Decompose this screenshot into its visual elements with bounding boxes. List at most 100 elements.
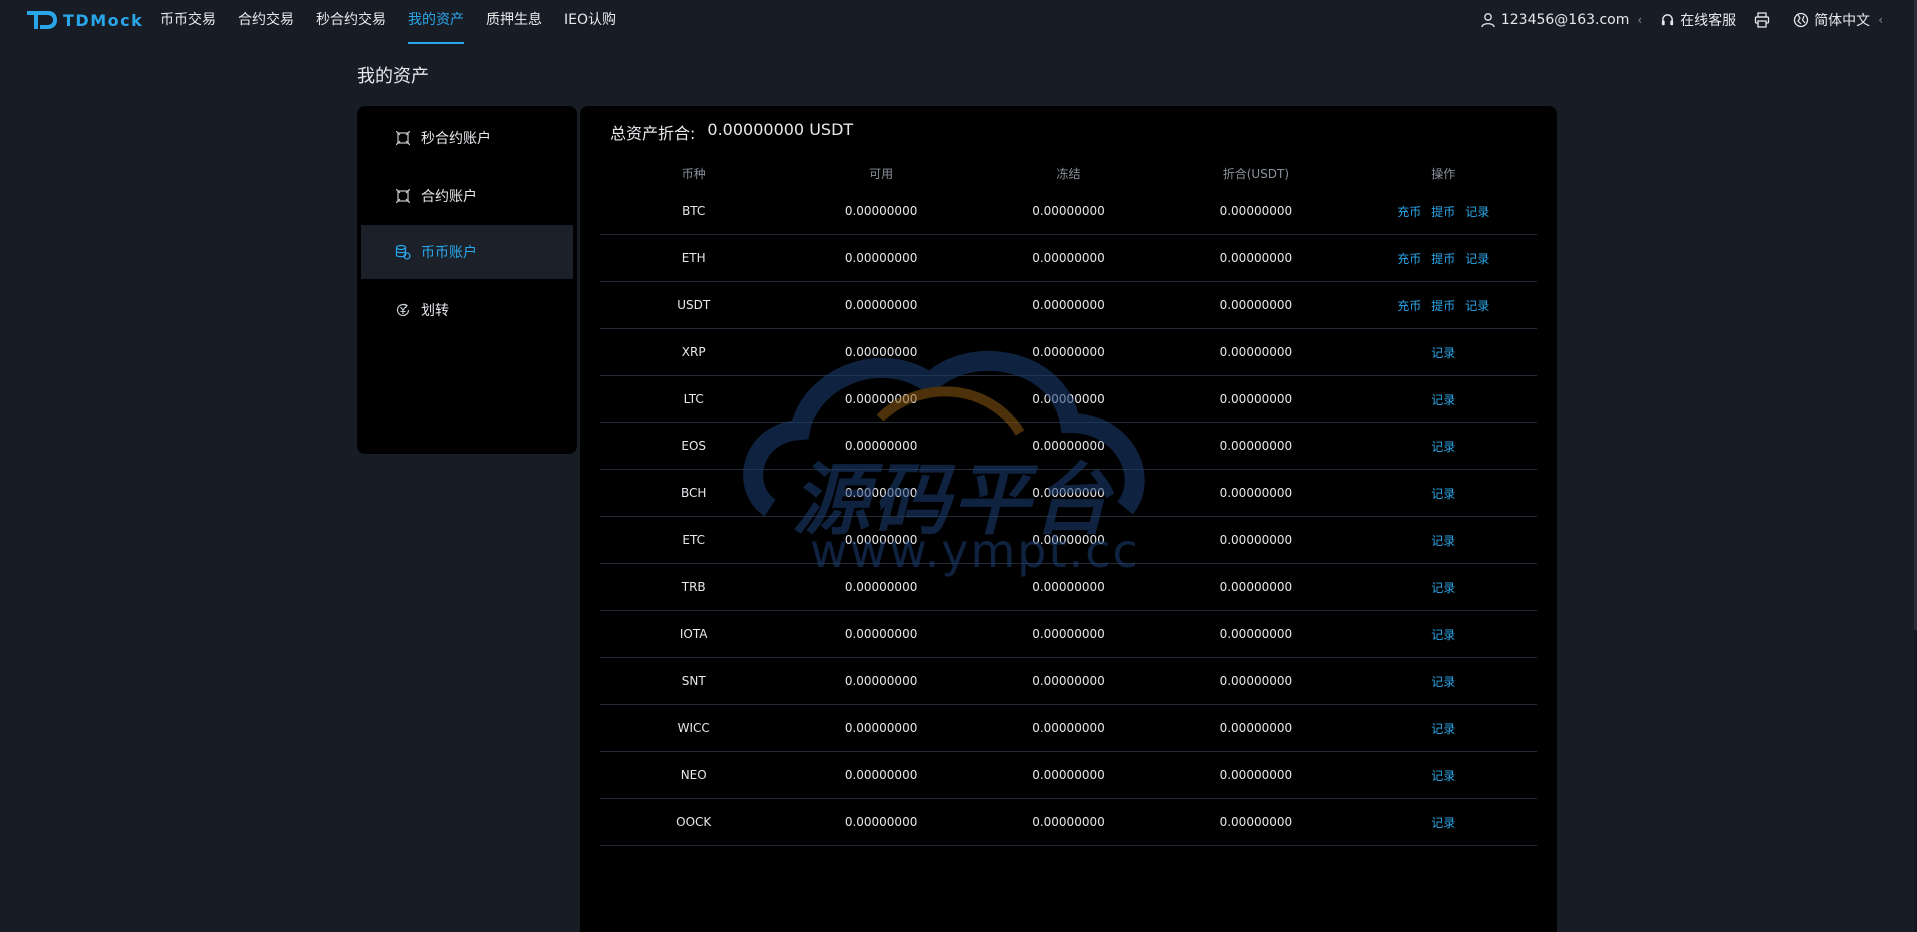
cell-available: 0.00000000 [844,674,918,688]
cell-frozen: 0.00000000 [1032,204,1105,218]
page-title: 我的资产 [357,66,429,87]
cell-actions: 记录 [1350,344,1537,361]
cell-usdt-value: 0.00000000 [1219,439,1293,453]
sidebar-item-label: 合约账户 [421,189,477,205]
col-header-usdt-value: 折合(USDT) [1222,166,1290,181]
deposit-link[interactable]: 充币 [1397,297,1421,314]
language-selector[interactable]: 简体中文 ‹ [1793,10,1883,30]
cell-available: 0.00000000 [844,815,918,829]
cell-available: 0.00000000 [844,533,918,547]
user-menu[interactable]: 123456@163.com ‹ [1480,12,1642,28]
total-assets: 总资产折合: 0.00000000 USDT [610,120,853,144]
sidebar-item-spot-account[interactable]: 币币账户 [361,225,573,279]
table-row: USDT 0.00000000 0.00000000 0.00000000 充币 提币 记录 [600,282,1537,329]
download-button[interactable] [1754,12,1775,28]
cell-actions: 充币 提币 记录 [1350,203,1537,220]
cell-actions: 记录 [1350,767,1537,784]
cell-usdt-value: 0.00000000 [1219,580,1293,594]
cell-frozen: 0.00000000 [1032,627,1105,641]
main-nav: 币币交易 合约交易 秒合约交易 我的资产 质押生息 IEO认购 [160,0,638,44]
table-row: ETH 0.00000000 0.00000000 0.00000000 充币 提币 记录 [600,235,1537,282]
record-link[interactable]: 记录 [1465,203,1489,220]
cell-usdt-value: 0.00000000 [1219,533,1293,547]
nav-ieo[interactable]: IEO认购 [564,0,616,44]
cell-frozen: 0.00000000 [1032,345,1105,359]
record-link[interactable]: 记录 [1465,297,1489,314]
cell-frozen: 0.00000000 [1032,439,1105,453]
cell-usdt-value: 0.00000000 [1219,721,1293,735]
table-row: ETC 0.00000000 0.00000000 0.00000000 记录 [600,517,1537,564]
globe-icon [1794,12,1809,28]
sidebar-item-label: 划转 [421,303,449,319]
online-support[interactable]: 在线客服 [1660,10,1736,30]
cell-available: 0.00000000 [844,486,918,500]
cell-usdt-value: 0.00000000 [1219,815,1293,829]
cell-actions: 充币 提币 记录 [1350,297,1537,314]
nav-spot-trading[interactable]: 币币交易 [160,0,216,44]
cell-coin: IOTA [679,627,708,641]
deposit-link[interactable]: 充币 [1397,203,1421,220]
table-row: OOCK 0.00000000 0.00000000 0.00000000 记录 [600,799,1537,846]
spot-account-panel: 总资产折合: 0.00000000 USDT 币种 可用 冻结 折合(USDT)… [580,106,1557,932]
cell-actions: 记录 [1350,720,1537,737]
cell-usdt-value: 0.00000000 [1219,204,1293,218]
record-link[interactable]: 记录 [1431,767,1455,784]
cell-usdt-value: 0.00000000 [1219,768,1293,782]
cell-usdt-value: 0.00000000 [1219,392,1293,406]
cell-coin: WICC [677,721,710,735]
cell-available: 0.00000000 [844,251,918,265]
cell-usdt-value: 0.00000000 [1219,486,1293,500]
record-link[interactable]: 记录 [1431,579,1455,596]
total-assets-value: 0.00000000 USDT [707,120,854,139]
record-link[interactable]: 记录 [1431,438,1455,455]
cell-frozen: 0.00000000 [1032,298,1105,312]
sidebar-item-transfer[interactable]: 划转 [361,283,573,337]
record-link[interactable]: 记录 [1431,485,1455,502]
brand-logo[interactable]: TDMock [25,7,143,33]
nav-staking[interactable]: 质押生息 [486,0,542,44]
top-navbar: TDMock 币币交易 合约交易 秒合约交易 我的资产 质押生息 IEO认购 1… [0,0,1917,44]
cell-actions: 记录 [1350,532,1537,549]
table-row: TRB 0.00000000 0.00000000 0.00000000 记录 [600,564,1537,611]
record-link[interactable]: 记录 [1431,626,1455,643]
record-link[interactable]: 记录 [1431,391,1455,408]
withdraw-link[interactable]: 提币 [1431,297,1455,314]
table-row: BTC 0.00000000 0.00000000 0.00000000 充币 提币 记录 [600,188,1537,235]
cell-frozen: 0.00000000 [1032,486,1105,500]
col-header-available: 可用 [869,166,894,181]
cell-available: 0.00000000 [844,721,918,735]
logo-icon [27,11,57,29]
nav-second-contract-trading[interactable]: 秒合约交易 [316,0,386,44]
withdraw-link[interactable]: 提币 [1431,250,1455,267]
cell-coin: LTC [683,392,704,406]
cell-coin: XRP [681,345,706,359]
table-row: SNT 0.00000000 0.00000000 0.00000000 记录 [600,658,1537,705]
withdraw-link[interactable]: 提币 [1431,203,1455,220]
record-link[interactable]: 记录 [1431,720,1455,737]
sidebar-item-label: 币币账户 [421,245,477,261]
cell-usdt-value: 0.00000000 [1219,674,1293,688]
cell-frozen: 0.00000000 [1032,251,1105,265]
cell-actions: 记录 [1350,438,1537,455]
record-link[interactable]: 记录 [1431,344,1455,361]
nav-contract-trading[interactable]: 合约交易 [238,0,294,44]
record-link[interactable]: 记录 [1431,673,1455,690]
deposit-link[interactable]: 充币 [1397,250,1421,267]
sidebar-item-contract-account[interactable]: 合约账户 [361,169,573,223]
cell-usdt-value: 0.00000000 [1219,251,1293,265]
cell-available: 0.00000000 [844,439,918,453]
cell-available: 0.00000000 [844,392,918,406]
cell-frozen: 0.00000000 [1032,768,1105,782]
sidebar-item-label: 秒合约账户 [421,131,491,147]
record-link[interactable]: 记录 [1431,532,1455,549]
record-link[interactable]: 记录 [1465,250,1489,267]
cell-frozen: 0.00000000 [1032,533,1105,547]
nav-my-assets[interactable]: 我的资产 [408,0,464,44]
headset-icon [1662,13,1674,25]
record-link[interactable]: 记录 [1431,814,1455,831]
chevron-left-icon: ‹ [1878,13,1883,27]
table-row: NEO 0.00000000 0.00000000 0.00000000 记录 [600,752,1537,799]
table-row: EOS 0.00000000 0.00000000 0.00000000 记录 [600,423,1537,470]
cell-coin: USDT [677,298,711,312]
sidebar-item-second-contract-account[interactable]: 秒合约账户 [361,111,573,165]
